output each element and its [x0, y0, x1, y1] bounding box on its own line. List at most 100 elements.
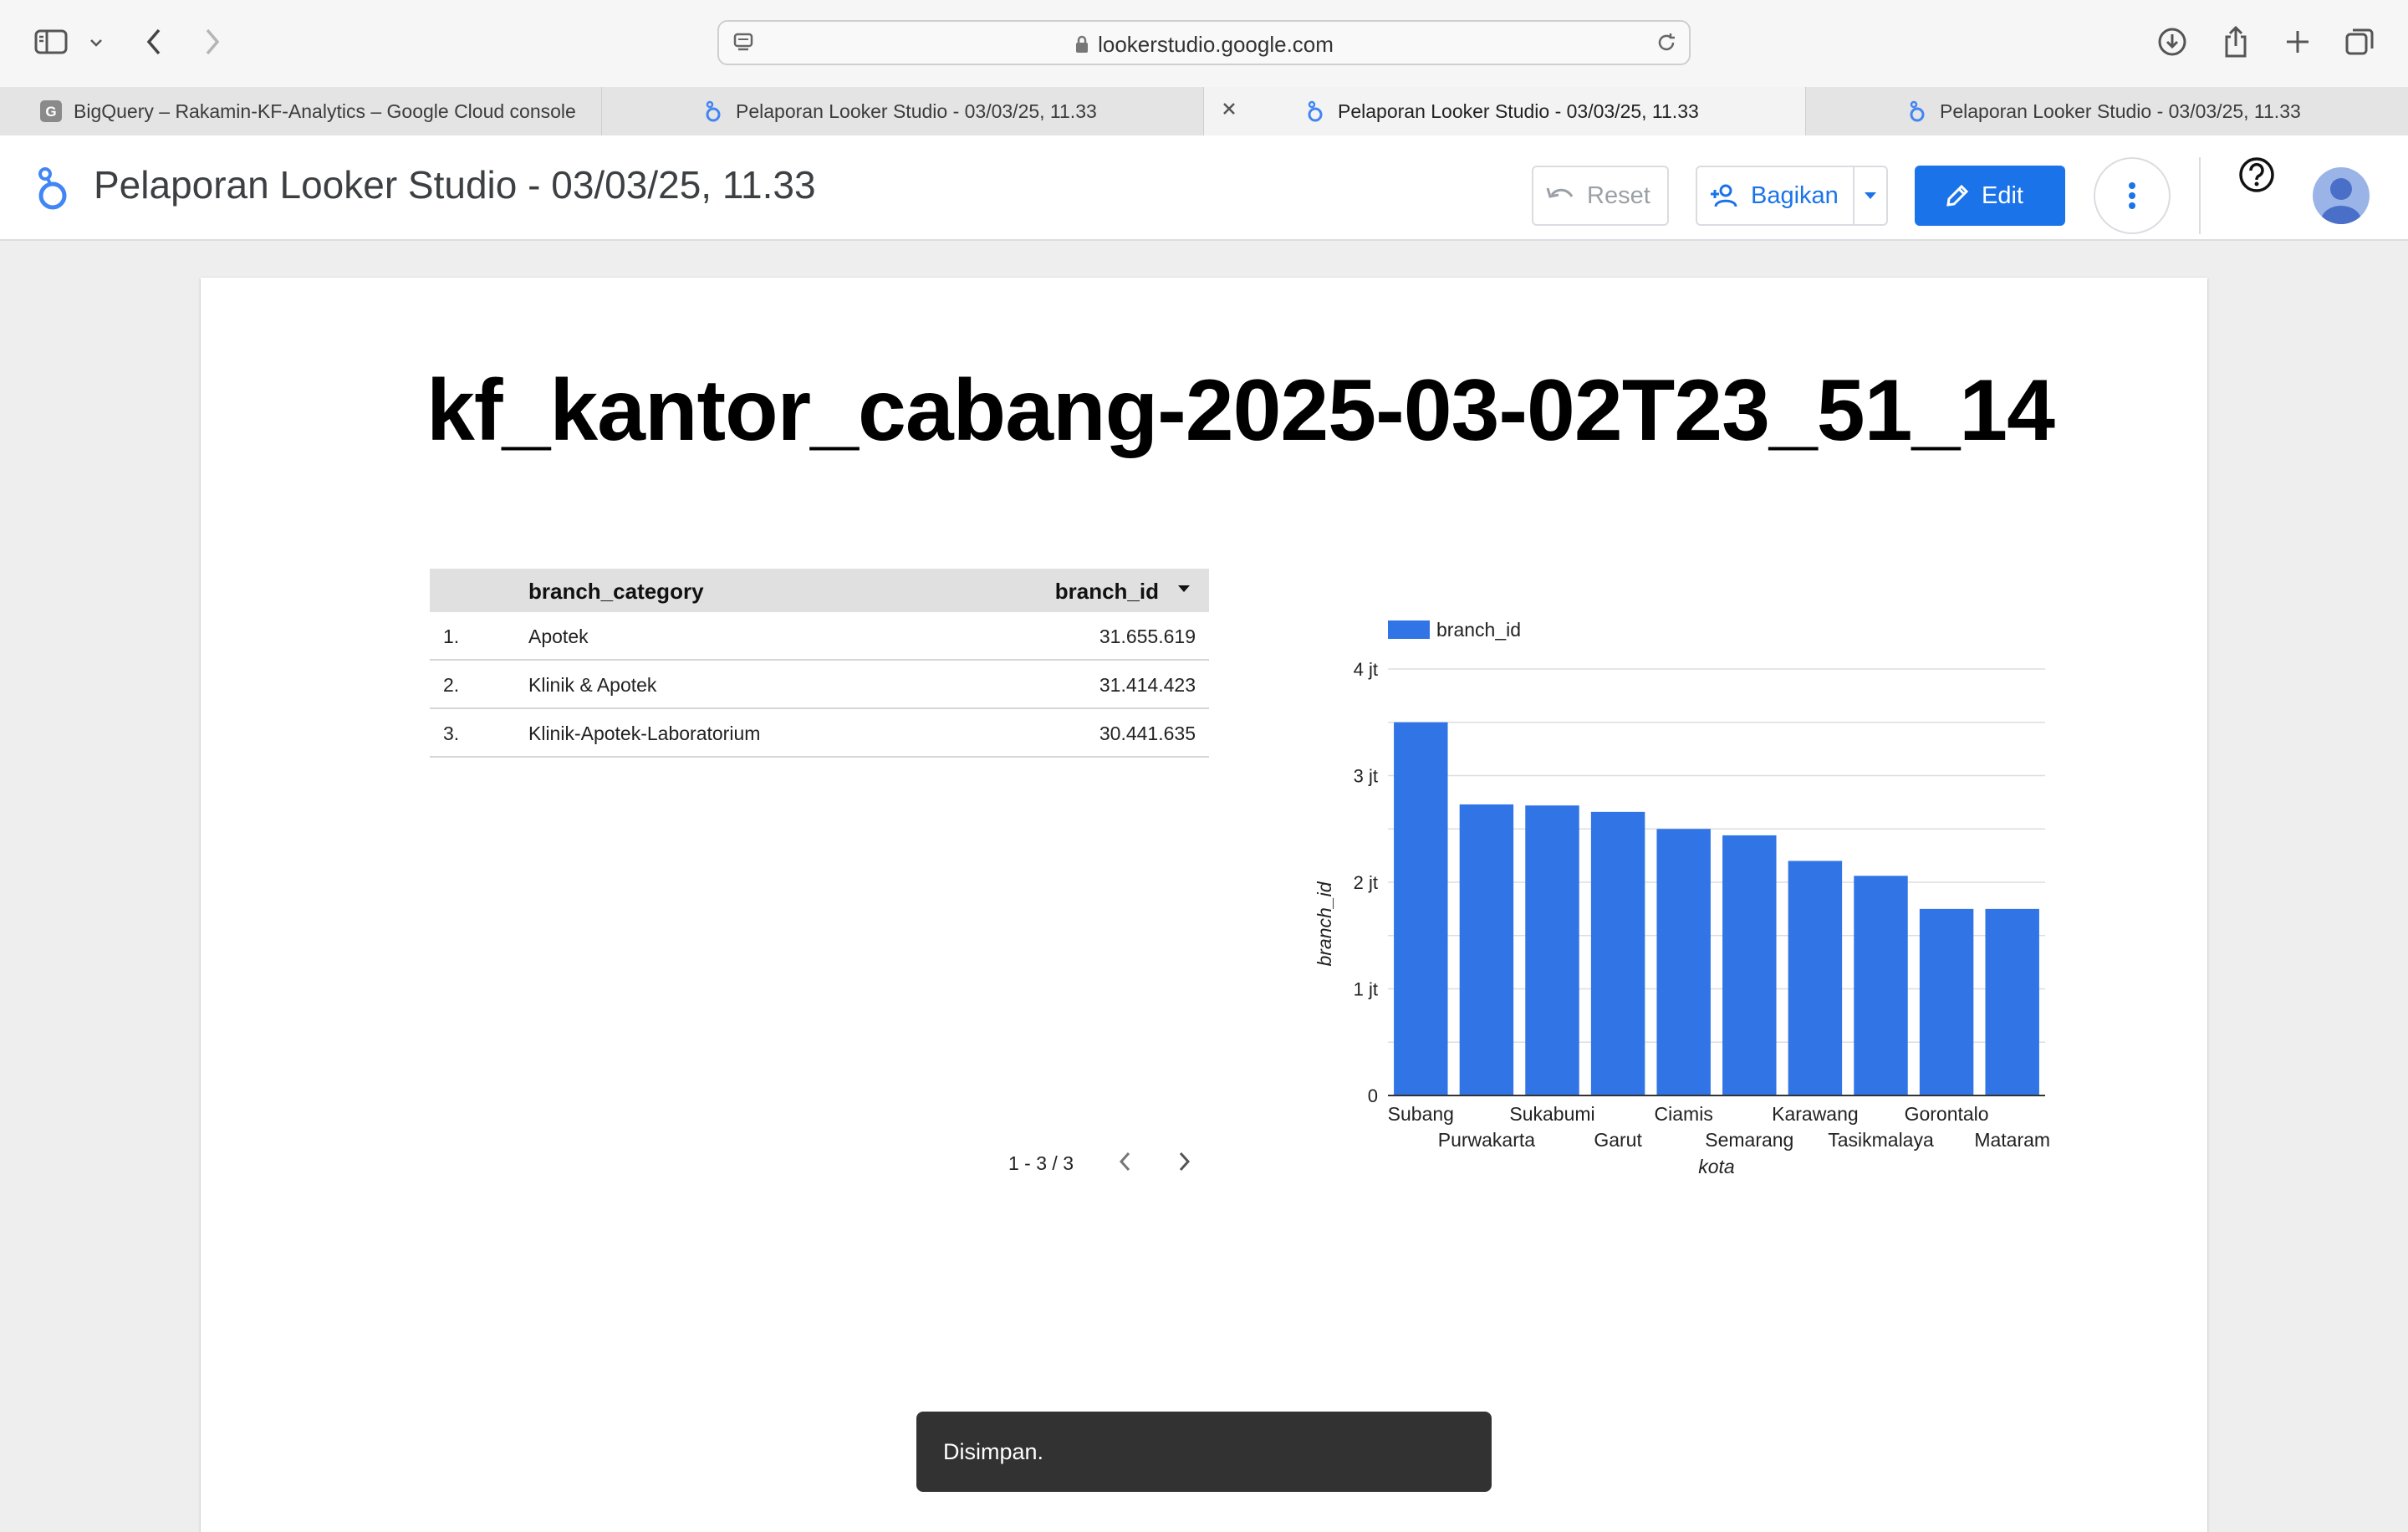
bar — [1854, 876, 1908, 1095]
share-button-group: Bagikan — [1696, 166, 1888, 226]
bar — [1656, 829, 1711, 1095]
table-row[interactable]: 1. Apotek 31.655.619 — [430, 612, 1209, 661]
tab-strip: G BigQuery – Rakamin-KF-Analytics – Goog… — [0, 87, 2408, 136]
snackbar-message: Disimpan. — [943, 1438, 1044, 1464]
table-pagination: 1 - 3 / 3 — [1008, 1142, 1259, 1184]
pagination-text: 1 - 3 / 3 — [1008, 1152, 1074, 1174]
row-index: 1. — [443, 626, 460, 647]
reset-label: Reset — [1587, 181, 1650, 209]
bar — [1459, 804, 1514, 1095]
edit-label: Edit — [1982, 181, 2023, 209]
google-cloud-icon: G — [40, 100, 62, 122]
x-tick-label: Garut — [1594, 1129, 1642, 1151]
edit-button[interactable]: Edit — [1915, 166, 2065, 226]
tab-looker-3[interactable]: Pelaporan Looker Studio - 03/03/25, 11.3… — [1806, 87, 2408, 135]
row-value: 31.414.423 — [1099, 674, 1196, 696]
tab-looker-1[interactable]: Pelaporan Looker Studio - 03/03/25, 11.3… — [602, 87, 1204, 135]
y-tick-label: 0 — [1368, 1085, 1378, 1106]
reload-icon[interactable] — [1654, 30, 1679, 55]
avatar[interactable] — [2313, 167, 2370, 224]
more-options-icon[interactable] — [2094, 157, 2171, 234]
table-header: branch_category branch_id — [430, 569, 1209, 612]
x-tick-label: Karawang — [1772, 1103, 1859, 1125]
next-page-icon[interactable] — [1174, 1149, 1194, 1174]
x-axis-title: kota — [1698, 1156, 1734, 1177]
chevron-down-icon[interactable] — [85, 32, 107, 54]
legend-swatch — [1388, 620, 1430, 639]
row-index: 2. — [443, 674, 460, 696]
looker-header: Pelaporan Looker Studio - 03/03/25, 11.3… — [0, 135, 2408, 241]
bar — [1590, 811, 1645, 1095]
x-tick-label: Mataram — [1974, 1129, 2050, 1151]
sidebar-toggle-icon[interactable] — [32, 27, 70, 57]
bar — [1722, 835, 1777, 1095]
tab-title: BigQuery – Rakamin-KF-Analytics – Google… — [74, 100, 576, 122]
share-label: Bagikan — [1751, 181, 1839, 209]
help-icon[interactable] — [2237, 156, 2276, 194]
tab-overview-icon[interactable] — [2343, 25, 2376, 59]
share-icon[interactable] — [2219, 23, 2252, 60]
bar — [1985, 908, 2039, 1095]
tab-title: Pelaporan Looker Studio - 03/03/25, 11.3… — [1338, 100, 1699, 122]
looker-studio-icon — [1304, 100, 1326, 122]
y-tick-label: 1 jt — [1354, 979, 1378, 1000]
share-button[interactable]: Bagikan — [1697, 167, 1854, 224]
row-value: 30.441.635 — [1099, 723, 1196, 744]
data-table[interactable]: branch_category branch_id 1. Apotek 31.6… — [430, 569, 1209, 758]
bar — [1394, 722, 1448, 1095]
new-tab-icon[interactable] — [2281, 25, 2314, 59]
bar — [1788, 860, 1843, 1095]
tab-bigquery[interactable]: G BigQuery – Rakamin-KF-Analytics – Goog… — [0, 87, 602, 135]
tab-title: Pelaporan Looker Studio - 03/03/25, 11.3… — [1940, 100, 2301, 122]
report-heading[interactable]: kf_kantor_cabang-2025-03-02T23_51_14 — [426, 361, 2055, 461]
report-title[interactable]: Pelaporan Looker Studio - 03/03/25, 11.3… — [94, 162, 816, 207]
browser-toolbar: lookerstudio.google.com — [0, 0, 2408, 88]
row-value: 31.655.619 — [1099, 626, 1196, 647]
url-text: lookerstudio.google.com — [719, 32, 1689, 58]
row-category: Klinik & Apotek — [528, 674, 657, 696]
tab-title: Pelaporan Looker Studio - 03/03/25, 11.3… — [736, 100, 1097, 122]
bar-chart[interactable]: 0 1 jt 2 jt 3 jt 4 jt Subang Purwakarta Sukabum… — [1304, 587, 2140, 1256]
x-tick-label: Semarang — [1705, 1129, 1793, 1151]
x-tick-label: Subang — [1388, 1103, 1454, 1125]
bar — [1919, 908, 1974, 1095]
lock-icon — [1074, 35, 1089, 54]
add-person-icon — [1709, 184, 1739, 207]
x-tick-label: Gorontalo — [1905, 1103, 1989, 1125]
forward-icon[interactable] — [197, 25, 227, 59]
row-category: Klinik-Apotek-Laboratorium — [528, 723, 761, 744]
x-tick-label: Sukabumi — [1509, 1103, 1594, 1125]
y-tick-label: 4 jt — [1354, 659, 1378, 680]
reset-button[interactable]: Reset — [1532, 166, 1669, 226]
table-row[interactable]: 2. Klinik & Apotek 31.414.423 — [430, 661, 1209, 709]
close-tab-icon[interactable] — [1221, 100, 1237, 117]
bar — [1525, 805, 1579, 1095]
looker-studio-icon — [702, 100, 724, 122]
x-tick-label: Ciamis — [1655, 1103, 1713, 1125]
x-tick-label: Tasikmalaya — [1828, 1129, 1934, 1151]
looker-studio-icon — [1906, 100, 1928, 122]
looker-studio-logo-icon[interactable] — [35, 166, 69, 212]
svg-text:G: G — [45, 104, 56, 120]
snackbar: Disimpan. — [916, 1412, 1492, 1492]
report-page: kf_kantor_cabang-2025-03-02T23_51_14 bra… — [201, 278, 2207, 1532]
tab-looker-2[interactable]: Pelaporan Looker Studio - 03/03/25, 11.3… — [1204, 87, 1806, 135]
legend-label: branch_id — [1436, 619, 1521, 641]
header-divider — [2199, 157, 2201, 234]
sort-descending-icon[interactable] — [1177, 584, 1191, 594]
column-header-branch-category[interactable]: branch_category — [528, 579, 704, 605]
row-category: Apotek — [528, 626, 589, 647]
address-bar[interactable]: lookerstudio.google.com — [717, 20, 1691, 65]
pencil-icon — [1945, 183, 1970, 208]
download-icon[interactable] — [2155, 25, 2189, 59]
x-tick-label: Purwakarta — [1438, 1129, 1536, 1151]
previous-page-icon[interactable] — [1115, 1149, 1135, 1174]
column-header-branch-id[interactable]: branch_id — [1055, 579, 1159, 605]
undo-icon — [1545, 185, 1574, 207]
y-tick-label: 2 jt — [1354, 872, 1378, 893]
share-dropdown-icon[interactable] — [1854, 167, 1886, 224]
back-icon[interactable] — [139, 25, 169, 59]
y-axis-title: branch_id — [1314, 881, 1335, 966]
y-tick-label: 3 jt — [1354, 766, 1378, 787]
table-row[interactable]: 3. Klinik-Apotek-Laboratorium 30.441.635 — [430, 709, 1209, 758]
